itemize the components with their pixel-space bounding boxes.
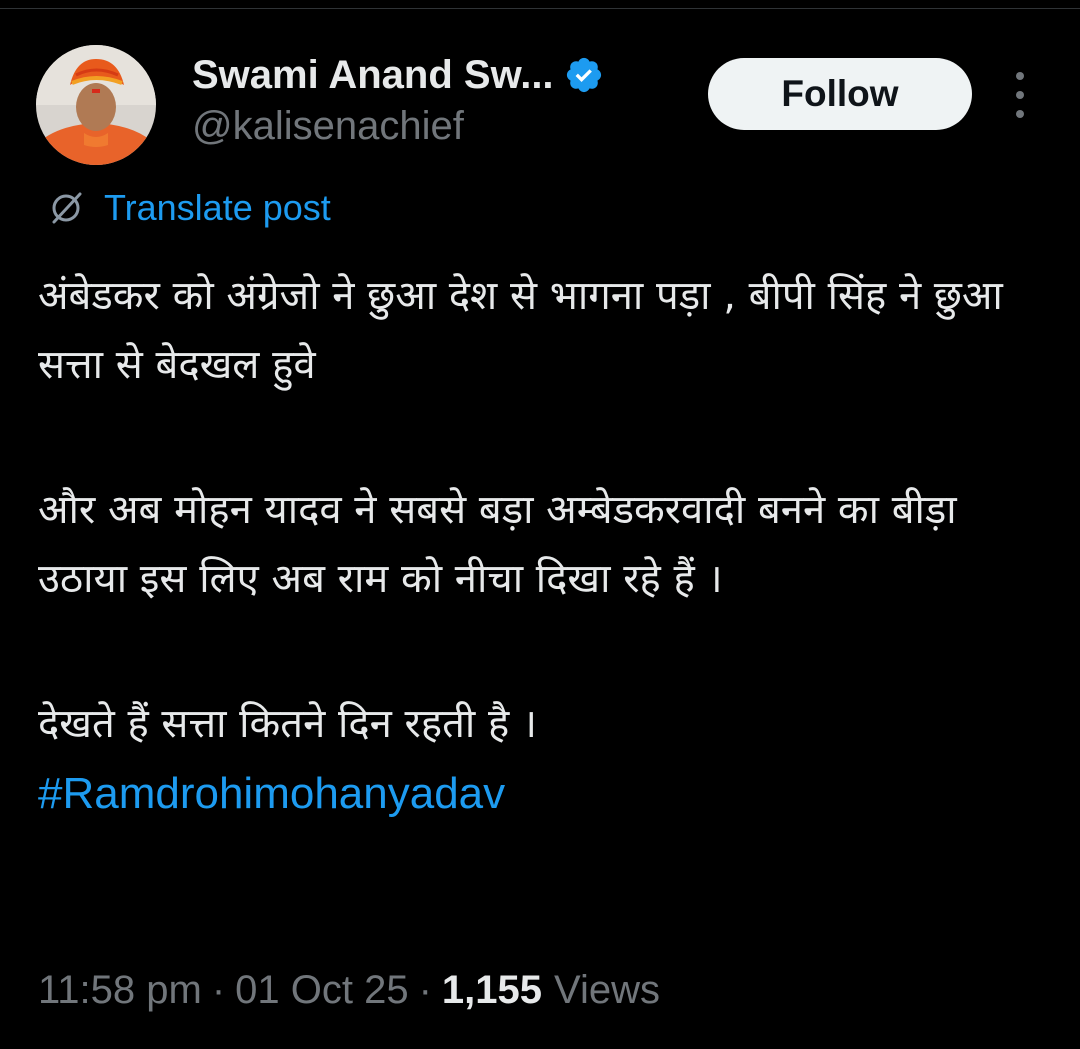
post-text: अंबेडकर को अंग्रेजो ने छुआ देश से भागना … [38, 262, 1048, 830]
verified-badge-icon [564, 55, 604, 95]
hashtag-link[interactable]: #Ramdrohimohanyadav [38, 769, 505, 818]
more-dot [1016, 91, 1024, 99]
views-count: 1,155 [441, 967, 543, 1012]
more-dot [1016, 72, 1024, 80]
post-meta: 11:58 pm · 01 Oct 25 · 1,155 Views [38, 962, 660, 1018]
more-dot [1016, 110, 1024, 118]
translate-post-label[interactable]: Translate post [104, 187, 331, 229]
author-handle[interactable]: @kalisenachief [192, 104, 464, 149]
author-name-row[interactable]: Swami Anand Sw... [192, 50, 604, 100]
translate-icon [46, 188, 86, 228]
post-paragraph: और अब मोहन यादव ने सबसे बड़ा अम्बेडकरवाद… [38, 487, 957, 602]
follow-button[interactable]: Follow [708, 58, 972, 130]
profile-avatar[interactable] [36, 45, 156, 165]
post-date[interactable]: 01 Oct 25 [235, 968, 408, 1013]
avatar-image [36, 45, 156, 165]
more-options-icon[interactable] [1000, 72, 1040, 118]
meta-separator: · [211, 967, 226, 1012]
post-paragraph: अंबेडकर को अंग्रेजो ने छुआ देश से भागना … [38, 273, 1003, 388]
post-time[interactable]: 11:58 pm [38, 968, 202, 1013]
views-label: Views [554, 967, 660, 1012]
author-display-name[interactable]: Swami Anand Sw... [192, 53, 554, 98]
translate-post-link[interactable]: Translate post [46, 186, 331, 230]
meta-separator: · [418, 967, 432, 1012]
post-paragraph: देखते हैं सत्ता कितने दिन रहती है । [38, 701, 538, 747]
top-divider [0, 8, 1080, 9]
